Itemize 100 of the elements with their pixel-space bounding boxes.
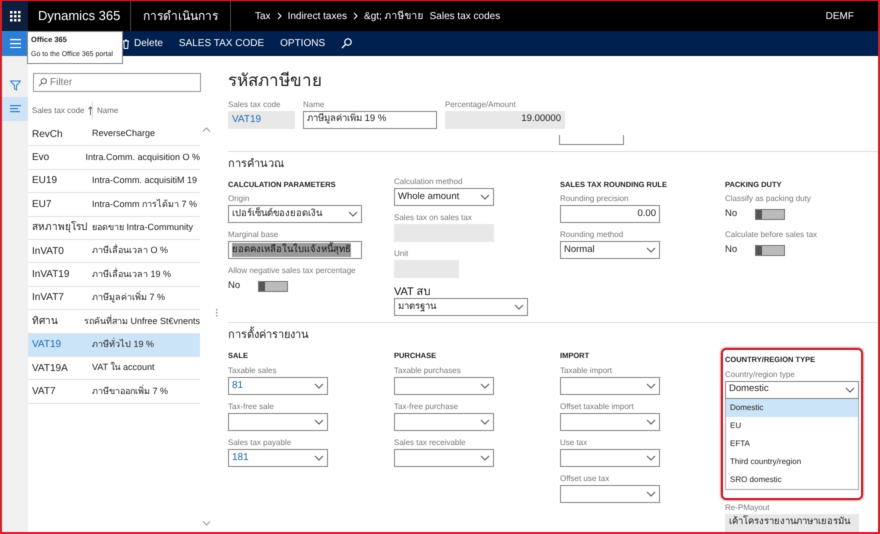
toggle-switch[interactable]	[258, 280, 288, 292]
dropdown-option[interactable]: Domestic	[726, 398, 858, 416]
search-icon	[341, 38, 352, 49]
dropdown[interactable]	[394, 376, 494, 394]
input-field[interactable]: ภาษีมูลค่าเพิ่ม 19 %	[303, 110, 437, 128]
dropdown[interactable]: เปอร์เซ็นต์ของยอดเงิน	[228, 205, 362, 223]
list-row[interactable]: EU19 Intra-Comm. acquisitiM 19	[28, 170, 200, 194]
chevron-down-icon	[348, 211, 358, 217]
dropdown-value: Whole amount	[398, 190, 460, 204]
column-header[interactable]: Sales tax code	[28, 104, 92, 116]
field-label: Rounding precision	[560, 193, 630, 205]
field-label: Calculation method	[394, 176, 464, 188]
code-cell-text: RevCh	[31, 128, 64, 142]
input-field[interactable]: 0.00	[560, 205, 660, 223]
scroll-down-icon[interactable]	[202, 521, 211, 526]
dropdown-option[interactable]: Third country/region	[726, 452, 858, 470]
input-field[interactable]: ยอดคงเหลือในใบแจ้งหนี้สุทธิ	[228, 241, 362, 259]
input-field[interactable]	[559, 134, 624, 144]
dropdown[interactable]	[560, 412, 660, 430]
chevron-down-icon	[480, 418, 490, 424]
column-header[interactable]: Name	[92, 102, 118, 120]
code-cell-text: EU19	[31, 174, 58, 188]
dropdown-option[interactable]: EFTA	[726, 434, 858, 452]
dropdown-value: Normal	[564, 242, 595, 257]
toggle-switch[interactable]	[755, 244, 786, 256]
chevron-down-icon	[314, 454, 324, 460]
name-cell-text: ReverseCharge	[92, 127, 156, 140]
code-cell-text: Evo	[31, 151, 50, 166]
filter-icon	[10, 80, 20, 90]
sort-up-icon	[88, 106, 94, 115]
breadcrumb-link[interactable]: Tax	[255, 8, 271, 24]
list-row[interactable]: สหภาพยุโรป ยอดขาย Intra-Community	[28, 216, 200, 240]
toolbar-button[interactable]: SALES TAX CODE	[170, 31, 272, 56]
dropdown-option[interactable]: EU	[726, 416, 858, 434]
list-row[interactable]: RevCh ReverseCharge	[28, 123, 200, 146]
dropdown[interactable]: มาตรฐาน	[394, 298, 528, 316]
app-launcher-button[interactable]	[2, 1, 28, 31]
scroll-up-icon[interactable]	[202, 127, 211, 132]
list-row[interactable]: InVAT0 ภาษีเลื่อนเวลา O %	[28, 240, 200, 264]
dropdown[interactable]: Normal	[560, 241, 660, 259]
list-row[interactable]: VAT19A VAT ใน account	[28, 356, 200, 380]
name-cell-text: Intra-Comm การได้มา 7 %	[92, 198, 198, 211]
chevron-down-icon	[646, 454, 656, 460]
section-title[interactable]: การตั้งค่ารายงาน	[228, 327, 878, 344]
field-label: Percentage/Amount	[445, 98, 517, 110]
list-row[interactable]: VAT7 ภาษีขาออกเพิ่ม 7 %	[28, 380, 200, 404]
dropdown-option[interactable]: SRO domestic	[726, 470, 858, 488]
chevron-down-icon	[646, 247, 656, 253]
field-label: Use tax	[560, 436, 588, 448]
name-cell-text: ภาษีเลื่อนเวลา O %	[92, 244, 168, 258]
field-label: Sales tax code	[228, 98, 282, 110]
menu-button[interactable]	[2, 31, 28, 56]
list-row[interactable]: InVAT7 ภาษีมูลค่าเพิ่ม 7 %	[28, 286, 200, 310]
field-label: Taxable import	[560, 364, 614, 376]
list-row[interactable]: Evo Intra.Comm. acquisition O %	[28, 146, 200, 170]
field-label: Sales tax payable	[228, 436, 292, 448]
name-cell-text: ยอดขาย Intra-Community	[92, 221, 194, 234]
toolbar-button[interactable]: Delete	[114, 31, 171, 56]
field-label: Name	[303, 98, 326, 110]
chevron-down-icon	[646, 490, 656, 496]
rail-button[interactable]	[2, 97, 28, 121]
list-row[interactable]: VAT19 ภาษีทั่วไป 19 %	[28, 334, 200, 357]
chevron-down-icon	[480, 454, 490, 460]
chevron-down-icon	[514, 304, 524, 310]
field-label: Marginal base	[228, 229, 280, 241]
dropdown[interactable]: Whole amount	[394, 188, 494, 206]
breadcrumb-link[interactable]: Sales tax codes	[430, 8, 500, 24]
field-label: Tax-free sale	[228, 400, 275, 412]
field-label: Offset taxable import	[560, 400, 635, 412]
code-cell-text: InVAT19	[31, 268, 70, 282]
field-label: Origin	[228, 193, 250, 205]
list-row[interactable]: InVAT19 ภาษีเลื่อนเวลา 19 %	[28, 263, 200, 287]
toggle-value: No	[725, 206, 738, 221]
list-icon	[10, 104, 20, 114]
dropdown[interactable]: 181	[228, 448, 328, 466]
dropdown[interactable]	[394, 412, 494, 430]
list-row[interactable]: EU7 Intra-Comm การได้มา 7 %	[28, 193, 200, 217]
dropdown-value: เปอร์เซ็นต์ของยอดเงิน	[232, 206, 322, 221]
field-label: Classify as packing duty	[725, 193, 812, 205]
dropdown[interactable]	[560, 376, 660, 394]
breadcrumb-link[interactable]: Indirect taxes	[288, 8, 348, 24]
dropdown[interactable]	[394, 448, 494, 466]
field-label: Re-PMayout	[725, 502, 770, 514]
code-cell-text: VAT7	[31, 384, 57, 399]
breadcrumb-link[interactable]: &gt; ภาษีขาย	[364, 8, 424, 24]
toolbar-button[interactable]: OPTIONS	[272, 31, 334, 56]
dropdown[interactable]	[560, 484, 660, 502]
section-title[interactable]: การคำนวณ	[228, 156, 878, 172]
toggle-switch[interactable]	[755, 208, 786, 220]
filter-field[interactable]: Filter	[33, 73, 201, 92]
company-name[interactable]: DEMF	[826, 1, 878, 31]
dropdown[interactable]: 81	[228, 376, 328, 394]
code-cell-text: EU7	[31, 198, 52, 212]
splitter-handle-icon[interactable]	[216, 309, 218, 317]
code-cell-text: สหภาพยุโรป	[31, 220, 88, 236]
dropdown[interactable]: Domestic	[725, 380, 859, 398]
dropdown[interactable]	[228, 412, 328, 430]
name-cell-text: รถคันที่สาม Unfree St€vnents	[84, 314, 200, 328]
field-label: Offset use tax	[560, 472, 610, 484]
dropdown[interactable]	[560, 448, 660, 466]
